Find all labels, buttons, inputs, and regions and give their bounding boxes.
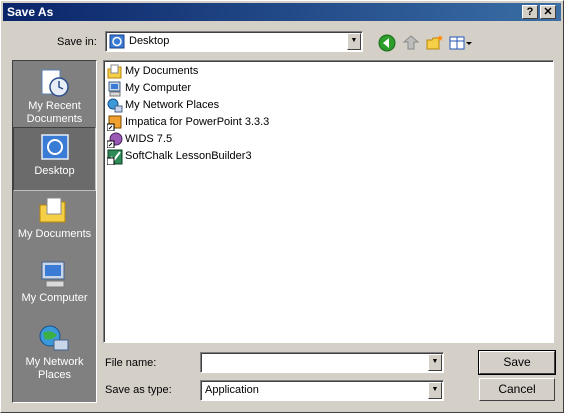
desktop-small-icon [109,34,125,49]
file-name: SoftChalk LessonBuilder3 [125,150,252,162]
save-in-label: Save in: [57,36,97,48]
new-folder-icon[interactable] [425,33,445,53]
save-as-type-value: Application [205,384,259,396]
help-button[interactable]: ? [522,5,538,19]
cancel-button[interactable]: Cancel [479,378,555,401]
places-desktop[interactable]: Desktop [13,127,96,191]
chevron-down-icon[interactable]: ▼ [347,33,361,50]
place-label: My Network Places [25,356,84,381]
file-name: My Documents [125,65,199,77]
chevron-down-icon[interactable]: ▼ [428,354,442,371]
file-name-label: File name: [105,357,157,369]
save-as-dialog: Save As ? ✕ Save in: Desktop ▼ My Recent… [0,0,564,413]
back-icon[interactable] [377,33,397,53]
recent-docs-icon [41,69,69,97]
file-list[interactable]: My Documents My Computer My Network Plac… [103,60,554,343]
shortcut-app-icon [107,115,122,131]
save-button[interactable]: Save [478,350,556,375]
network-icon [39,325,69,351]
shortcut-app-icon [107,132,123,148]
file-name: My Computer [125,82,192,94]
title-bar[interactable]: Save As ? ✕ [3,3,561,21]
save-in-value: Desktop [129,35,170,47]
folder-icon [39,197,66,223]
places-my-computer[interactable]: My Computer [13,255,96,319]
close-button[interactable]: ✕ [540,5,556,19]
places-my-network-places[interactable]: My Network Places [13,319,96,383]
shortcut-check-icon [107,149,123,165]
computer-icon [41,261,65,288]
desktop-icon [41,134,69,160]
folder-docs-icon [107,64,122,79]
places-my-documents[interactable]: My Documents [13,191,96,255]
views-menu-icon[interactable] [449,33,473,53]
places-bar: My Recent Documents Desktop My Documents… [12,60,97,403]
place-label: Desktop [34,165,75,177]
network-icon [107,98,123,113]
file-name: WIDS 7.5 [125,133,173,145]
place-label: My Recent Documents [26,100,83,125]
place-label: My Computer [21,292,88,304]
computer-icon [108,81,121,97]
places-my-recent-documents[interactable]: My Recent Documents [13,63,96,127]
file-name: My Network Places [125,99,220,111]
chevron-down-icon[interactable]: ▼ [428,382,442,399]
file-name: Impatica for PowerPoint 3.3.3 [125,116,270,128]
save-in-dropdown[interactable]: Desktop ▼ [105,31,363,52]
up-folder-icon[interactable] [401,33,421,53]
window-title: Save As [7,5,54,19]
place-label: My Documents [17,228,92,240]
file-name-field[interactable]: ▼ [200,352,444,373]
save-as-type-label: Save as type: [105,384,172,396]
save-as-type-dropdown[interactable]: Application ▼ [200,380,444,401]
